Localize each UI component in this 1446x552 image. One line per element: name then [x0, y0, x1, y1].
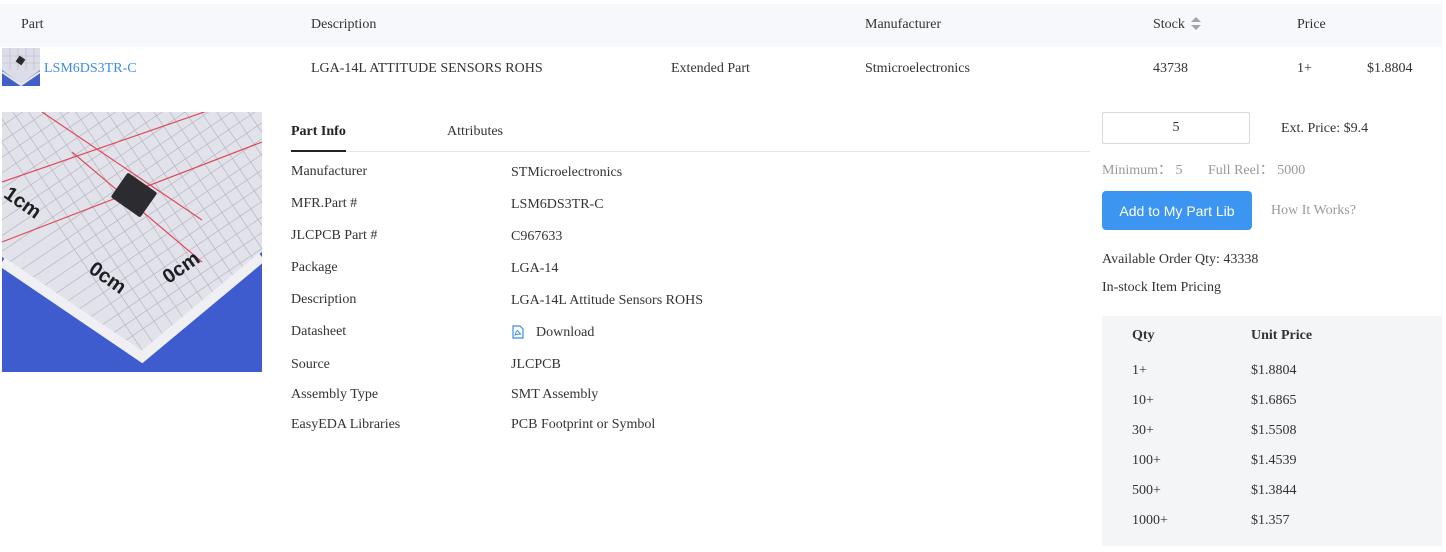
header-price: Price — [1297, 17, 1326, 32]
source-label: Source — [291, 357, 330, 372]
pricing-tier-price: $1.357 — [1251, 513, 1290, 528]
product-image: 0cm 0cm 1cm — [2, 112, 262, 372]
mfr-part-label: MFR.Part # — [291, 196, 358, 211]
pricing-tier-price: $1.8804 — [1251, 363, 1297, 378]
jlcpcb-part-value: C967633 — [511, 229, 563, 244]
pricing-tier-qty: 30+ — [1132, 423, 1154, 438]
pricing-price-header: Unit Price — [1251, 328, 1313, 343]
pricing-tier-qty: 1000+ — [1132, 513, 1168, 528]
available-order-qty: Available Order Qty: 43338 — [1102, 252, 1259, 267]
pricing-tier-price: $1.5508 — [1251, 423, 1297, 438]
table-header — [0, 4, 1442, 47]
package-label: Package — [291, 260, 338, 275]
row-price: $1.8804 — [1367, 61, 1413, 76]
jlcpcb-part-label: JLCPCB Part # — [291, 228, 378, 243]
description-value: LGA-14L Attitude Sensors ROHS — [511, 293, 703, 308]
easyeda-libraries-label: EasyEDA Libraries — [291, 417, 401, 432]
pricing-qty-header: Qty — [1132, 328, 1155, 343]
tab-attributes[interactable]: Attributes — [447, 124, 503, 140]
pdf-icon[interactable] — [512, 325, 524, 339]
manufacturer-label: Manufacturer — [291, 164, 368, 179]
pricing-tier-qty: 500+ — [1132, 483, 1161, 498]
source-value: JLCPCB — [511, 357, 561, 372]
tab-active-indicator — [291, 150, 346, 152]
pricing-tier-qty: 100+ — [1132, 453, 1161, 468]
assembly-type-value: SMT Assembly — [511, 387, 599, 402]
header-stock[interactable]: Stock — [1153, 17, 1185, 33]
pricing-title: In-stock Item Pricing — [1102, 280, 1221, 295]
description-label: Description — [291, 292, 357, 307]
row-description: LGA-14L ATTITUDE SENSORS ROHS — [311, 61, 543, 76]
assembly-type-label: Assembly Type — [291, 387, 379, 402]
header-part: Part — [21, 17, 44, 32]
header-manufacturer: Manufacturer — [865, 17, 942, 32]
how-it-works-link[interactable]: How It Works? — [1271, 203, 1356, 219]
row-price-qty: 1+ — [1297, 61, 1312, 76]
package-value: LGA-14 — [511, 261, 559, 276]
add-to-part-lib-button[interactable]: Add to My Part Lib — [1102, 191, 1252, 230]
minimum-qty: Minimum： 5 — [1102, 163, 1183, 178]
part-number-link[interactable]: LSM6DS3TR-C — [44, 61, 137, 77]
pricing-tier-qty: 1+ — [1132, 363, 1147, 378]
manufacturer-value: STMicroelectronics — [511, 165, 623, 180]
pricing-tier-price: $1.6865 — [1251, 393, 1297, 408]
pricing-tier-qty: 10+ — [1132, 393, 1154, 408]
full-reel-qty: Full Reel： 5000 — [1208, 163, 1306, 178]
mfr-part-value: LSM6DS3TR-C — [511, 197, 604, 212]
tab-divider — [291, 151, 1090, 152]
tab-part-info[interactable]: Part Info — [291, 124, 346, 140]
sort-icon[interactable] — [1191, 17, 1201, 31]
pricing-tier-price: $1.3844 — [1251, 483, 1297, 498]
row-stock: 43738 — [1153, 61, 1188, 76]
header-description: Description — [311, 17, 377, 32]
quantity-input[interactable] — [1102, 112, 1250, 144]
row-manufacturer: Stmicroelectronics — [865, 61, 970, 76]
pricing-tier-price: $1.4539 — [1251, 453, 1297, 468]
ext-price: Ext. Price: $9.4 — [1281, 121, 1369, 136]
datasheet-label: Datasheet — [291, 324, 347, 339]
easyeda-footprint-link[interactable]: PCB Footprint or Symbol — [511, 417, 655, 433]
part-thumbnail[interactable] — [2, 48, 40, 86]
row-part-type: Extended Part — [671, 61, 750, 76]
datasheet-download-link[interactable]: Download — [536, 325, 594, 341]
